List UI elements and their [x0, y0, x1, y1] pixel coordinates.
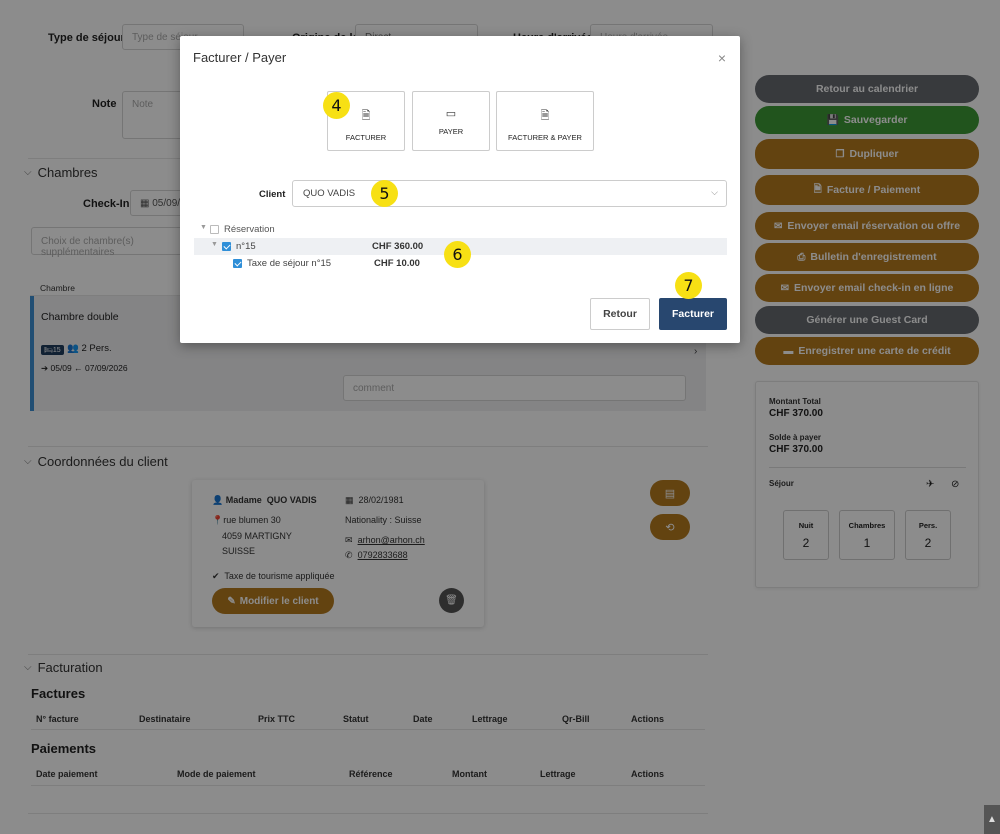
subitem-amount: CHF 10.00	[374, 258, 420, 269]
close-icon[interactable]: ×	[718, 50, 726, 66]
client-label: Client	[259, 189, 286, 200]
scroll-to-top-button[interactable]: ▲	[984, 805, 1000, 834]
caret-down-icon[interactable]: ▼	[200, 224, 207, 231]
chevron-down-icon: ⌵	[711, 187, 718, 197]
client-select[interactable]: QUO VADIS ⌵	[292, 180, 727, 207]
billing-modal: Facturer / Payer × 🗎 FACTURER ▭ PAYER 🗎 …	[180, 36, 740, 343]
annotation-badge-7: 7	[675, 272, 702, 299]
annotation-badge-5: 5	[371, 180, 398, 207]
tree-row-reservation: ▼ Réservation	[194, 221, 727, 238]
invoice-submit-button[interactable]: Facturer	[659, 298, 727, 330]
option-invoice-and-pay-button[interactable]: 🗎 FACTURER & PAYER	[496, 91, 594, 151]
modal-title: Facturer / Payer	[193, 50, 287, 65]
annotation-badge-4: 4	[323, 92, 350, 119]
reservation-checkbox[interactable]	[210, 225, 219, 234]
item-amount: CHF 360.00	[372, 241, 424, 252]
reservation-label: Réservation	[224, 224, 275, 235]
item-checkbox[interactable]	[222, 242, 231, 251]
file-icon: 🗎	[540, 110, 550, 122]
caret-down-icon[interactable]: ▼	[211, 241, 218, 248]
item-label: n°15	[236, 241, 256, 252]
annotation-badge-6: 6	[444, 241, 471, 268]
option-pay-button[interactable]: ▭ PAYER	[412, 91, 490, 151]
credit-card-icon: ▭	[445, 108, 457, 120]
subitem-checkbox[interactable]	[233, 259, 242, 268]
subitem-label: Taxe de séjour n°15	[247, 258, 332, 269]
chevron-up-icon: ▲	[987, 814, 997, 825]
back-button[interactable]: Retour	[590, 298, 650, 330]
